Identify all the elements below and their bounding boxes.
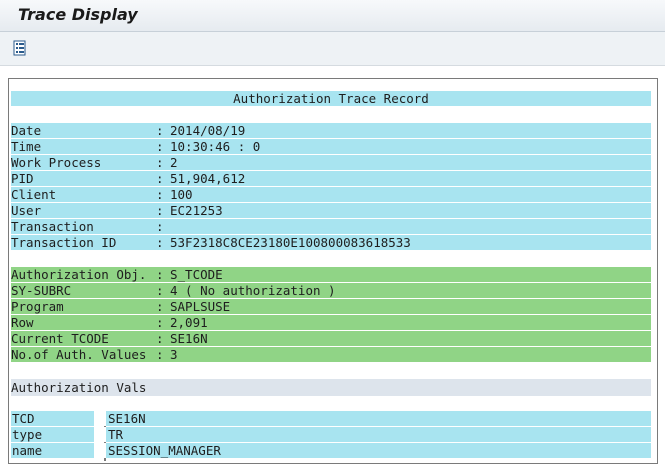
field-time: Time:10:30:46 : 0 — [11, 139, 651, 154]
field-value: SAPLSUSE — [170, 299, 231, 314]
field-label: Program — [11, 299, 64, 314]
field-program: Program: SAPLSUSE — [11, 299, 651, 314]
field-current-tcode: Current TCODE: SE16N — [11, 331, 651, 346]
field-value: 2014/08/19 — [170, 123, 246, 138]
field-label: User — [11, 203, 42, 218]
field-auth-obj: Authorization Obj.: S_TCODE — [11, 267, 651, 282]
field-value — [170, 219, 651, 234]
auth-val-value: SE16N — [106, 411, 651, 426]
title-bar: Trace Display — [0, 0, 665, 32]
field-value: 3 — [170, 347, 178, 362]
window-title: Trace Display — [18, 5, 138, 24]
auth-val-row: type TR — [11, 427, 651, 442]
field-row: Row:2,091 — [11, 315, 651, 330]
field-label: PID — [11, 171, 34, 186]
toolbar — [0, 32, 665, 66]
list-details-icon[interactable] — [12, 40, 28, 56]
field-value: S_TCODE — [170, 267, 223, 282]
field-work-process: Work Process:2 — [11, 155, 651, 170]
field-auth-values-count: No.of Auth. Values:3 — [11, 347, 651, 362]
field-label: No.of Auth. Values — [11, 347, 147, 362]
field-value: 2,091 — [170, 315, 208, 330]
field-value: 2 — [170, 155, 178, 170]
auth-vals-title: Authorization Vals — [11, 379, 651, 396]
field-label: Client — [11, 187, 57, 202]
field-label: Date — [11, 123, 42, 138]
record-header: Authorization Trace Record — [11, 91, 651, 106]
trace-record-box: Authorization Trace Record Date:2014/08/… — [8, 78, 658, 464]
field-label: Work Process — [11, 155, 102, 170]
field-label: Authorization Obj. — [11, 267, 147, 282]
field-value: 10:30:46 : 0 — [170, 139, 261, 154]
field-user: User: EC21253 — [11, 203, 651, 218]
field-value: EC21253 — [170, 203, 223, 218]
field-value: 4 ( No authorization ) — [170, 283, 336, 298]
auth-val-field: type — [11, 427, 94, 442]
field-transaction-id: Transaction ID:53F2318C8CE23180E10080008… — [11, 235, 651, 250]
auth-val-field: name — [11, 443, 94, 458]
field-client: Client:100 — [11, 187, 651, 202]
field-sy-subrc: SY-SUBRC:4 ( No authorization ) — [11, 283, 651, 298]
auth-val-row: name SESSION_MANAGER — [11, 443, 651, 458]
field-value: 51,904,612 — [170, 171, 246, 186]
field-value: SE16N — [170, 331, 208, 346]
field-label: Row — [11, 315, 34, 330]
auth-val-value: TR — [106, 427, 651, 442]
auth-val-field: TCD — [11, 411, 94, 426]
field-label: Transaction — [11, 219, 94, 234]
field-label: Current TCODE — [11, 331, 109, 346]
field-transaction: Transaction: — [11, 219, 651, 234]
field-label: Time — [11, 139, 42, 154]
field-pid: PID:51,904,612 — [11, 171, 651, 186]
auth-val-value: SESSION_MANAGER — [106, 443, 651, 458]
field-label: SY-SUBRC — [11, 283, 72, 298]
auth-val-row: TCD SE16N — [11, 411, 651, 426]
field-date: Date:2014/08/19 — [11, 123, 651, 138]
trace-content: Authorization Trace Record Date:2014/08/… — [0, 66, 665, 469]
field-value: 100 — [170, 187, 193, 202]
field-label: Transaction ID — [11, 235, 117, 250]
field-value: 53F2318C8CE23180E100800083618533 — [170, 235, 411, 250]
